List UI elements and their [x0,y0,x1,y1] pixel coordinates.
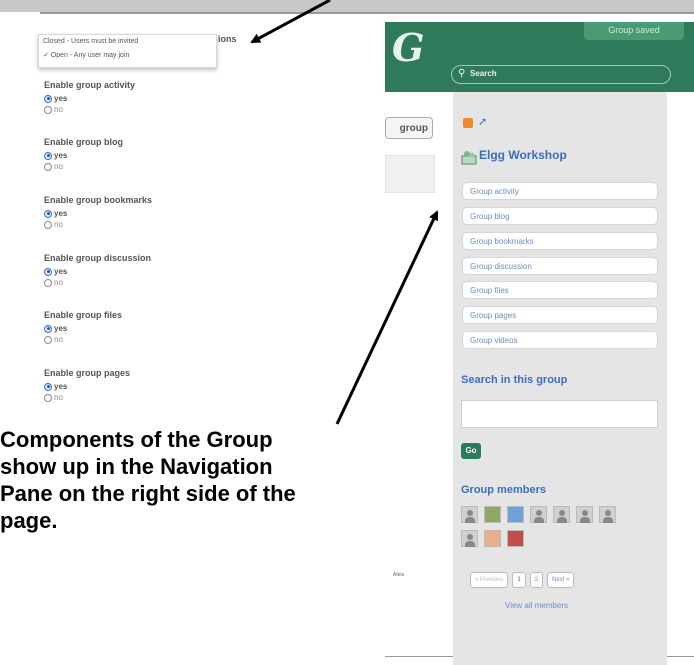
search-icon: ⚲ [458,68,466,79]
go-button[interactable]: Go [461,443,481,459]
nav-item-group-bookmarks[interactable]: Group bookmarks [462,232,658,250]
view-all-members-link[interactable]: View all members [505,601,568,610]
radio-no-label: no [54,335,63,344]
radio-yes-label: yes [54,324,68,333]
page-2-button[interactable]: 2 [529,572,544,588]
radio-button-selected[interactable] [44,324,52,333]
radio-yes-option[interactable]: yes [44,266,151,277]
group-name-link[interactable]: Elgg Workshop [479,148,567,162]
radio-no-option[interactable]: no [44,161,123,172]
content-box [385,155,435,193]
setting-group-pages: Enable group pages yes no [44,368,130,403]
radio-no-label: no [54,393,63,402]
page-1-button[interactable]: 1 [512,572,526,588]
setting-group-bookmarks: Enable group bookmarks yes no [44,195,152,230]
setting-title: Enable group blog [44,137,123,147]
radio-yes-option[interactable]: yes [44,323,122,334]
main-content-strip [385,14,453,665]
members-pagination: « Previous 1 2 Next » [470,572,575,588]
previous-page-button[interactable]: « Previous [470,572,509,588]
access-option-open[interactable]: ✓ Open - Any user may join [39,49,216,63]
avatar[interactable] [576,506,593,523]
radio-button-selected[interactable] [44,151,52,160]
radio-yes-option[interactable]: yes [44,208,152,219]
radio-button-selected[interactable] [44,267,52,276]
nav-item-group-activity[interactable]: Group activity [462,182,658,200]
radio-button[interactable] [44,220,52,229]
content-fragment: Attes [393,572,405,578]
membership-access-dropdown[interactable]: Closed - Users must be invited ✓ Open - … [38,34,217,68]
radio-button[interactable] [44,393,52,402]
radio-button-selected[interactable] [44,209,52,218]
radio-yes-option[interactable]: yes [44,150,123,161]
avatar[interactable] [484,506,501,523]
radio-yes-label: yes [54,151,68,160]
setting-title: Enable group files [44,310,123,320]
setting-title: Enable group activity [44,80,136,90]
avatar[interactable] [461,530,478,547]
group-members-heading: Group members [461,484,546,496]
radio-yes-label: yes [54,267,68,276]
top-bar [0,0,694,12]
avatar[interactable] [599,506,616,523]
pin-icon[interactable]: ➚ [478,115,487,128]
nav-item-group-files[interactable]: Group files [462,281,658,299]
radio-yes-option[interactable]: yes [44,381,130,392]
radio-button-selected[interactable] [44,382,52,391]
radio-no-option[interactable]: no [44,392,130,403]
radio-no-option[interactable]: no [44,219,152,230]
radio-no-option[interactable]: no [44,277,151,288]
radio-no-label: no [54,278,63,287]
radio-no-option[interactable]: no [44,104,135,115]
access-option-closed[interactable]: Closed - Users must be invited [39,35,216,49]
nav-item-group-pages[interactable]: Group pages [462,306,658,324]
search-in-group-input[interactable] [461,400,658,428]
setting-title: Enable group discussion [44,253,152,263]
nav-item-group-blog[interactable]: Group blog [462,207,658,225]
radio-button-selected[interactable] [44,94,52,103]
search-label: Search [470,69,497,78]
radio-yes-label: yes [54,209,68,218]
avatar[interactable] [507,530,524,547]
setting-group-discussion: Enable group discussion yes no [44,253,151,288]
setting-group-activity: Enable group activity yes no [44,80,135,115]
search-in-group-heading: Search in this group [461,374,568,386]
radio-button[interactable] [44,162,52,171]
elgg-logo-fragment: G [392,25,425,70]
radio-yes-option[interactable]: yes [44,93,135,104]
radio-button[interactable] [44,278,52,287]
setting-title: Enable group pages [44,368,131,378]
avatar[interactable] [461,506,478,523]
group-button[interactable]: group [385,117,433,139]
radio-no-option[interactable]: no [44,334,122,345]
radio-yes-label: yes [54,382,68,391]
avatar[interactable] [507,506,524,523]
radio-button[interactable] [44,105,52,114]
radio-no-label: no [54,220,63,229]
setting-title: Enable group bookmarks [44,195,153,205]
callout-annotation: Components of the Group show up in the N… [0,427,296,533]
setting-group-files: Enable group files yes no [44,310,122,345]
nav-item-group-discussion[interactable]: Group discussion [462,257,658,275]
nav-item-group-videos[interactable]: Group videos [462,331,658,349]
setting-group-blog: Enable group blog yes no [44,137,123,172]
radio-no-label: no [54,162,63,171]
site-search-box[interactable]: ⚲ Search [451,65,671,84]
group-saved-notice: Group saved [584,22,684,40]
radio-button[interactable] [44,335,52,344]
avatar[interactable] [530,506,547,523]
rss-icon[interactable] [463,118,473,128]
next-page-button[interactable]: Next » [547,572,575,588]
radio-no-label: no [54,105,63,114]
avatar[interactable] [484,530,501,547]
access-label-fragment: ions [218,34,237,44]
radio-yes-label: yes [54,94,68,103]
group-icon [461,151,477,165]
avatar[interactable] [553,506,570,523]
